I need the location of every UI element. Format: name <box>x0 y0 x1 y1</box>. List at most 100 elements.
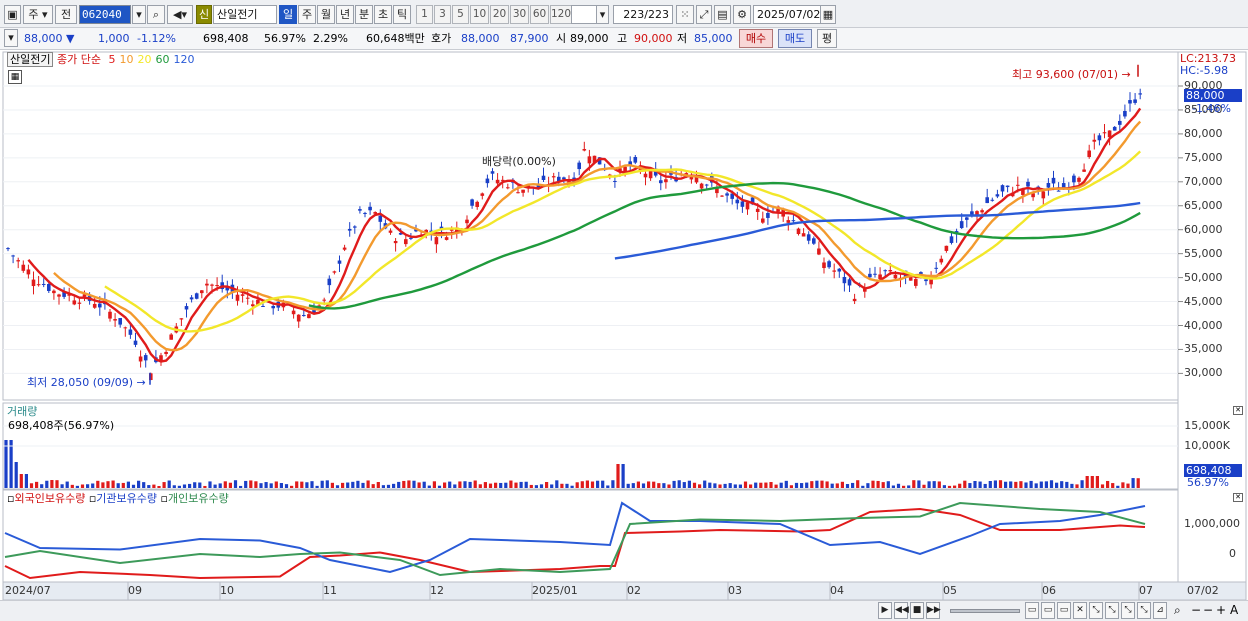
candle-body <box>613 180 617 182</box>
bid-price: 87,900 <box>510 32 549 45</box>
volume-bar <box>514 482 518 488</box>
zoom-search-icon[interactable]: ⌕ <box>1174 603 1181 618</box>
save-icon[interactable]: ▤ <box>714 5 731 24</box>
candle-body <box>143 355 148 361</box>
date-field[interactable]: 2025/07/02 <box>753 5 821 24</box>
holdings-close-icon[interactable]: ✕ <box>1233 493 1243 502</box>
volume-bar <box>315 485 319 488</box>
interval-30[interactable]: 30 <box>510 5 529 24</box>
buy-button[interactable]: 매수 <box>739 29 773 48</box>
tab-1[interactable]: 일 <box>279 5 297 24</box>
code-dropdown-icon[interactable]: ▾ <box>132 5 146 24</box>
period-select[interactable]: 주 ▾ <box>23 5 53 24</box>
interval-20[interactable]: 20 <box>490 5 509 24</box>
volume-bar <box>545 481 549 488</box>
tab-4[interactable]: 년 <box>336 5 354 24</box>
search-icon[interactable]: ⌕ <box>147 5 165 24</box>
first-page-icon[interactable]: ◀◀ <box>894 602 909 619</box>
candle-body <box>240 294 245 296</box>
layout-icon-3[interactable]: ▭ <box>1057 602 1071 619</box>
draw-icon-2[interactable]: ⤡ <box>1105 602 1119 619</box>
candle-body <box>327 278 332 286</box>
interval-3[interactable]: 3 <box>434 5 451 24</box>
x-axis-label: 07 <box>1139 584 1153 597</box>
low-label: 저 <box>677 32 688 45</box>
volume-bar <box>55 480 59 488</box>
candle-body <box>740 201 745 207</box>
volume-bar <box>1024 482 1028 488</box>
collapse-icon[interactable]: ▾ <box>4 29 18 47</box>
x-axis-label: 2024/07 <box>5 584 51 597</box>
volume-bar <box>1070 483 1074 488</box>
volume-bar <box>789 485 793 488</box>
candle-body <box>251 304 255 307</box>
draw-icon-3[interactable]: ⤡ <box>1121 602 1135 619</box>
volume-close-icon[interactable]: ✕ <box>1233 406 1243 415</box>
layout-icon-1[interactable]: ▭ <box>1025 602 1039 619</box>
stock-code-input[interactable]: 062040 <box>79 5 131 24</box>
grid-icon[interactable]: ⁙ <box>676 5 694 24</box>
volume-bar <box>754 482 758 488</box>
speaker-icon[interactable]: ◀▾ <box>167 5 193 24</box>
change-percent: -1.12% <box>137 32 176 45</box>
count-field[interactable]: 223/223 <box>613 5 673 24</box>
stock-name-field[interactable]: 산일전기 <box>213 5 277 24</box>
interval-60[interactable]: 60 <box>530 5 549 24</box>
text-tool-icon[interactable]: A <box>1230 603 1238 617</box>
zoom-minus-icon[interactable]: − <box>1203 603 1213 617</box>
volume-bar <box>738 484 742 488</box>
candle-body <box>108 311 112 319</box>
chart-canvas[interactable] <box>0 50 1248 600</box>
candle-body <box>868 273 872 278</box>
tab-6[interactable]: 초 <box>374 5 392 24</box>
interval-10[interactable]: 10 <box>470 5 489 24</box>
tab-5[interactable]: 분 <box>355 5 373 24</box>
stop-icon[interactable]: ■ <box>910 602 924 619</box>
draw-icon-4[interactable]: ⤡ <box>1137 602 1151 619</box>
volume-bar <box>233 480 238 488</box>
candle-body <box>52 290 56 294</box>
draw-icon-1[interactable]: ⤡ <box>1089 602 1103 619</box>
volume-bar <box>142 482 146 488</box>
candle-body <box>944 245 949 251</box>
draw-icon-5[interactable]: ⊿ <box>1153 602 1167 619</box>
scrollbar-track[interactable] <box>950 609 1020 613</box>
volume-bar <box>1080 480 1084 488</box>
flat-button[interactable]: 평 <box>817 29 837 48</box>
volume-bar <box>555 480 559 488</box>
scroll-right-icon[interactable]: ▶ <box>878 602 892 619</box>
sell-button[interactable]: 매도 <box>778 29 812 48</box>
zoom-in-icon[interactable]: + <box>1216 603 1226 617</box>
crosshair-icon[interactable]: ✕ <box>1073 602 1087 619</box>
table-icon[interactable]: ▦ <box>8 70 22 84</box>
x-axis-right-date: 07/02 <box>1187 584 1219 597</box>
resize-icon[interactable]: ⤢ <box>696 5 712 24</box>
zoom-out-icon[interactable]: − <box>1191 603 1201 617</box>
candle-body <box>1000 185 1005 192</box>
tab-3[interactable]: 월 <box>317 5 335 24</box>
x-axis-label: 09 <box>128 584 142 597</box>
candle-body <box>766 212 770 218</box>
volume-bar <box>14 462 18 488</box>
tab-2[interactable]: 주 <box>298 5 316 24</box>
last-page-icon[interactable]: ▶▶ <box>926 602 941 619</box>
gear-icon[interactable]: ⚙ <box>733 5 751 24</box>
price-tick-label: 60,000 <box>1184 222 1223 236</box>
volume-bar <box>300 481 304 488</box>
prev-button[interactable]: 전 <box>55 5 77 24</box>
volume-bar <box>876 480 880 488</box>
interval-1[interactable]: 1 <box>416 5 433 24</box>
volume-bar <box>524 481 528 488</box>
calendar-icon[interactable]: ▦ <box>820 5 836 24</box>
layout-icon-2[interactable]: ▭ <box>1041 602 1055 619</box>
interval-5[interactable]: 5 <box>452 5 469 24</box>
volume-bar <box>1121 482 1125 488</box>
volume-bar <box>386 484 391 488</box>
interval-120[interactable]: 120 <box>550 5 572 24</box>
candle-body <box>164 351 168 355</box>
tab-7[interactable]: 틱 <box>393 5 411 24</box>
window-icon[interactable]: ▣ <box>4 5 21 24</box>
interval-dropdown-icon[interactable]: ▾ <box>596 5 609 24</box>
candle-body <box>307 314 311 319</box>
candle-body <box>643 173 648 178</box>
